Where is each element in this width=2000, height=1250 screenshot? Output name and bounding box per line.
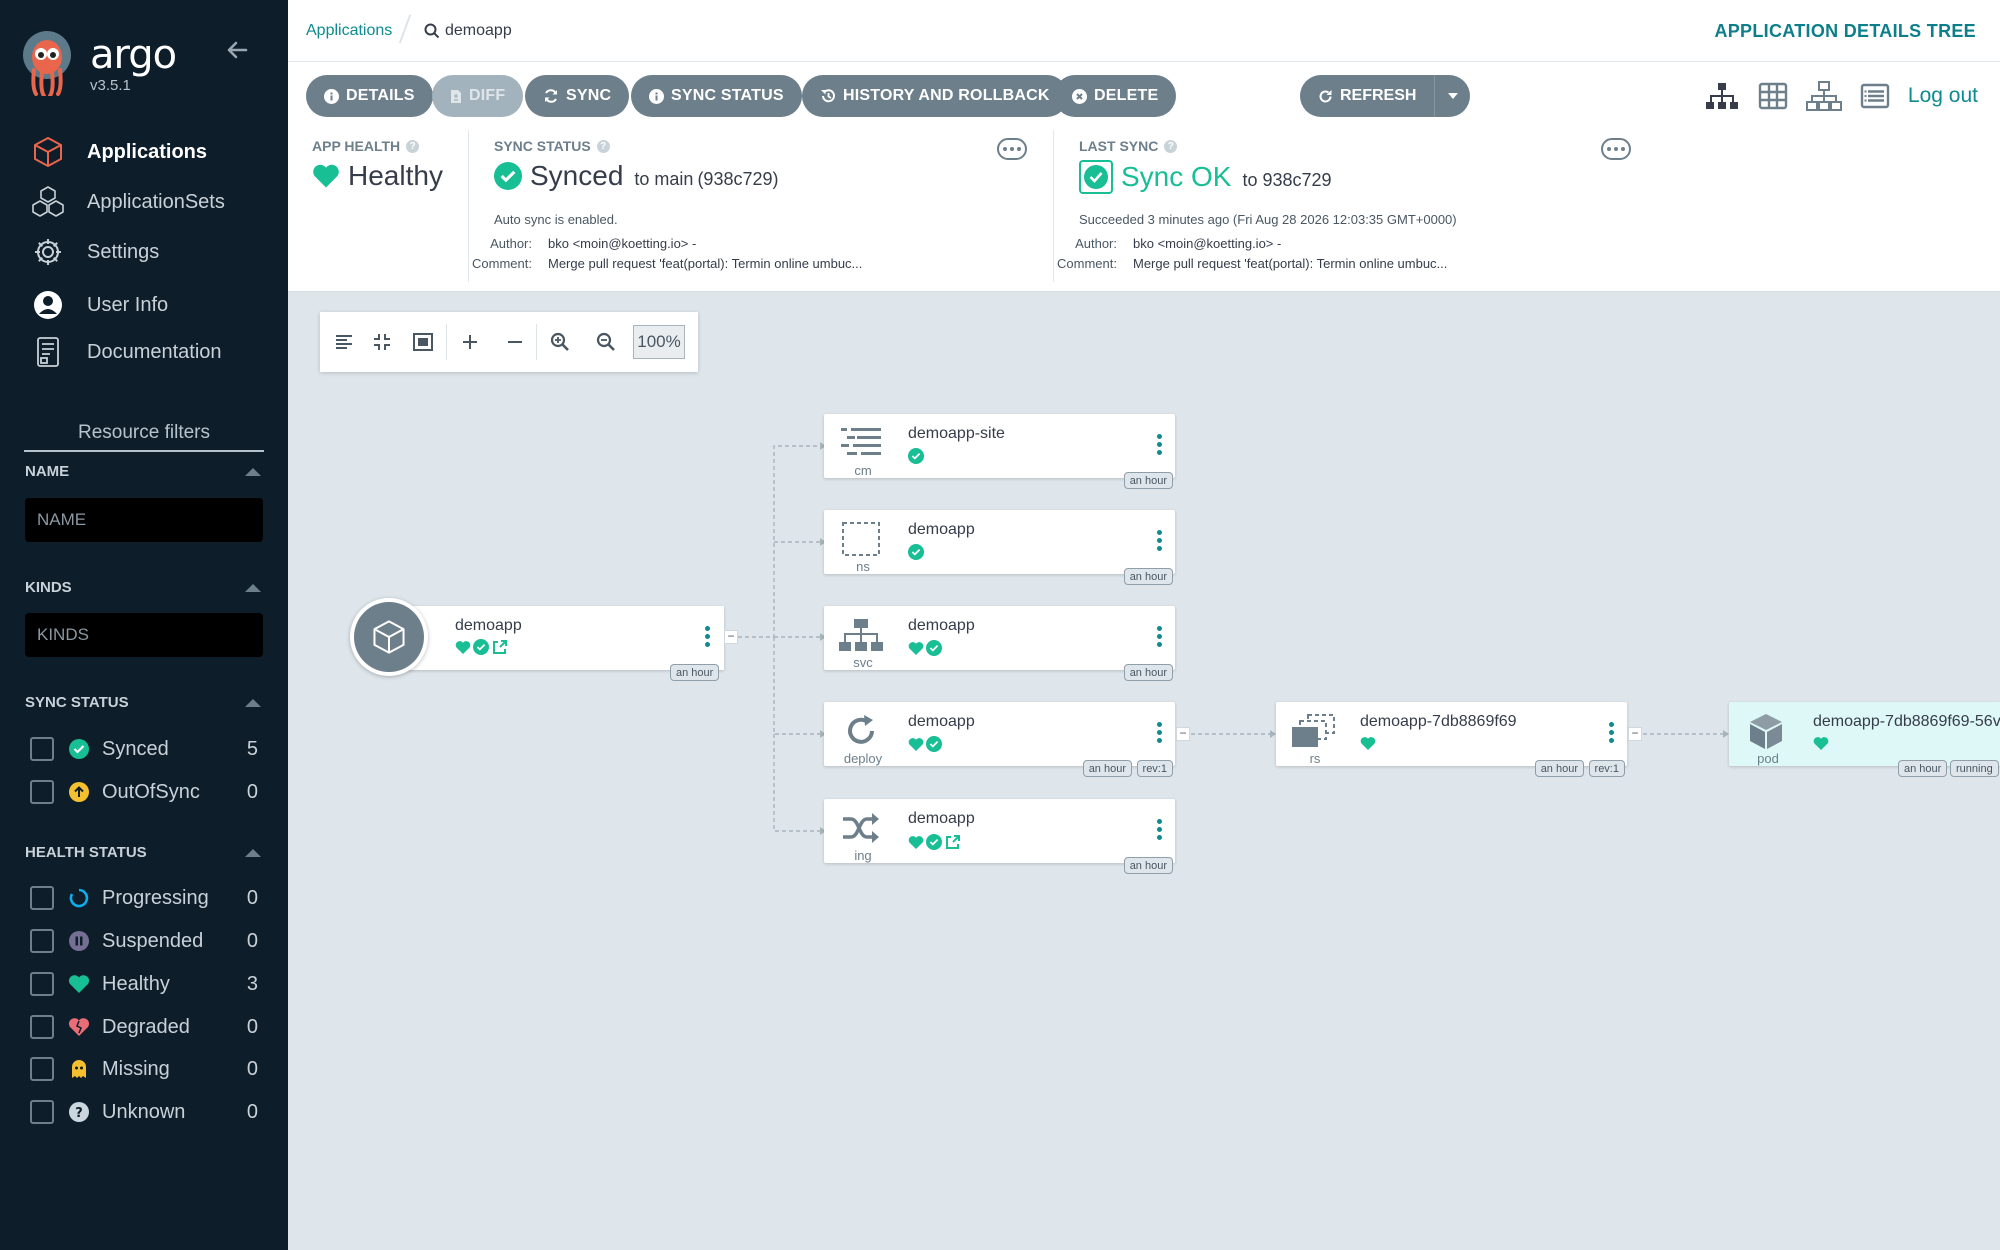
sync-circle-icon [838, 712, 884, 750]
external-link-icon[interactable] [944, 833, 962, 851]
app-node-circle [350, 598, 428, 676]
collapse-toggle[interactable]: − [724, 630, 738, 644]
check-circle-icon [926, 834, 942, 850]
edge-app-deploy [773, 637, 822, 735]
collapse-toggle[interactable]: − [1176, 727, 1190, 741]
resource-node-svc[interactable]: svc demoapp an hour [824, 606, 1175, 681]
node-name: demoapp [908, 713, 975, 730]
node-status-icons [908, 640, 942, 656]
resource-node-ns[interactable]: ns demoapp an hour [824, 510, 1175, 585]
check-circle-icon [473, 639, 489, 655]
cube-icon [373, 620, 405, 654]
heart-icon [908, 737, 924, 751]
heart-icon [1813, 737, 1829, 751]
kind-label: svc [853, 655, 873, 670]
external-link-icon[interactable] [491, 638, 509, 656]
node-status-icons [908, 544, 924, 560]
node-name: demoapp-site [908, 425, 1005, 442]
edge-app-ing [773, 734, 822, 832]
heart-icon [908, 641, 924, 655]
kind-label: deploy [843, 751, 883, 766]
node-status-icons [1813, 736, 1829, 751]
check-circle-icon [908, 448, 924, 464]
heart-icon [908, 835, 924, 849]
heart-icon [455, 640, 471, 654]
age-tag: an hour [1123, 472, 1173, 489]
kebab-menu-icon[interactable] [1157, 722, 1163, 743]
node-name: demoapp-7db8869f69 [1360, 713, 1517, 730]
kind-label: pod [1757, 751, 1779, 766]
resource-node-rs[interactable]: rs demoapp-7db8869f69 an hour rev:1 [1276, 702, 1627, 777]
resource-node-cm[interactable]: cm demoapp-site an hour [824, 414, 1175, 489]
age-tag: an hour [1123, 664, 1173, 681]
cube-solid-icon [1743, 712, 1789, 750]
age-tag: an hour [1534, 760, 1584, 777]
node-status-icons [1360, 736, 1376, 751]
node-status-icons [908, 736, 942, 752]
resource-node-ing[interactable]: ing demoapp an hour [824, 799, 1175, 874]
revision-tag: rev:1 [1588, 760, 1625, 777]
age-tag: an hour [1898, 760, 1948, 777]
resource-node-deploy[interactable]: deploy demoapp an hour rev:1 [824, 702, 1175, 777]
check-circle-icon [926, 640, 942, 656]
check-circle-icon [926, 736, 942, 752]
node-status-icons [908, 448, 924, 464]
app-node-card[interactable]: demoapp an hour [388, 606, 724, 681]
app-node-name: demoapp [455, 617, 522, 634]
kind-label: cm [854, 463, 872, 478]
age-tag: an hour [670, 664, 720, 681]
resource-node-pod[interactable]: pod demoapp-7db8869f69-56v an hour runni… [1729, 702, 2000, 777]
kebab-menu-icon[interactable] [1157, 626, 1163, 647]
age-tag: an hour [1123, 857, 1173, 874]
clone-stack-icon [1290, 712, 1336, 750]
collapse-toggle[interactable]: − [1628, 727, 1642, 741]
node-name: demoapp [908, 617, 975, 634]
node-name: demoapp [908, 810, 975, 827]
revision-tag: rev:1 [1136, 760, 1173, 777]
age-tag: an hour [1123, 568, 1173, 585]
app-node-status-icons [455, 638, 509, 656]
list-lines-icon [838, 424, 884, 462]
node-name: demoapp [908, 521, 975, 538]
kind-label: ing [854, 848, 872, 863]
kind-label: rs [1309, 751, 1321, 766]
kebab-menu-icon[interactable] [1609, 722, 1615, 743]
dashed-square-icon [838, 520, 884, 558]
kind-label: ns [856, 559, 870, 574]
app-root-node[interactable]: demoapp an hour [350, 598, 724, 681]
pod-state-tag: running [1950, 760, 1999, 777]
kebab-menu-icon[interactable] [1157, 434, 1163, 455]
kebab-menu-icon[interactable] [1157, 530, 1163, 551]
kebab-menu-icon[interactable] [705, 626, 710, 647]
check-circle-icon [908, 544, 924, 560]
kebab-menu-icon[interactable] [1157, 819, 1163, 840]
age-tag: an hour [1082, 760, 1132, 777]
heart-icon [1360, 737, 1376, 751]
random-shuffle-icon [838, 809, 884, 847]
node-name: demoapp-7db8869f69-56v [1813, 713, 2000, 730]
node-status-icons [908, 833, 962, 851]
sitemap-icon [838, 616, 884, 654]
